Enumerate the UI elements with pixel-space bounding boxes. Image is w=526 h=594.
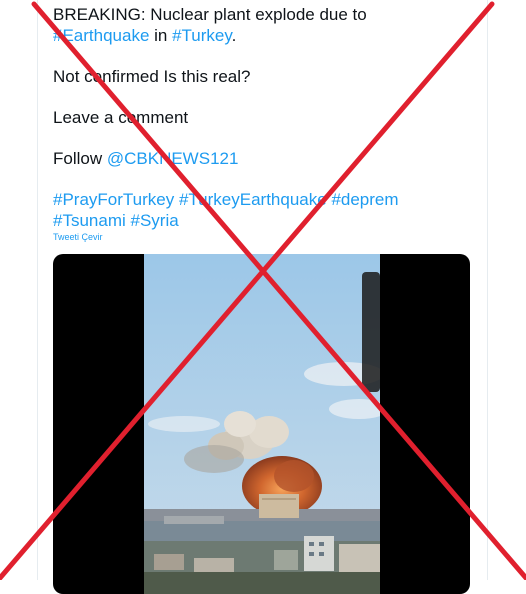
tweet-text-line-4: Leave a comment: [53, 108, 189, 127]
explosion-video-frame: [144, 254, 380, 594]
timeline-border-right: [487, 0, 488, 580]
hashtag-turkeyearthquake-link[interactable]: #TurkeyEarthquake: [179, 190, 327, 209]
tweet-text-period: .: [231, 26, 237, 45]
follow-label: Follow: [53, 149, 107, 168]
tweet-follow-line: Follow @CBKNEWS121: [53, 148, 238, 169]
tweet-text-line-3: Not confirmed Is this real?: [53, 67, 251, 86]
timeline-border-left: [37, 0, 38, 580]
hashtag-turkey-link[interactable]: #Turkey: [172, 26, 232, 45]
hashtags-line-1: #PrayForTurkey #TurkeyEarthquake #deprem: [53, 189, 399, 210]
hashtag-prayforturkey-link[interactable]: #PrayForTurkey: [53, 190, 174, 209]
hashtag-deprem-link[interactable]: #deprem: [331, 190, 398, 209]
hashtag-tsunami-link[interactable]: #Tsunami: [53, 211, 126, 230]
hashtags-line-2: #Tsunami #Syria: [53, 210, 179, 231]
tweet-text-line-2: #Earthquake in #Turkey.: [53, 25, 236, 46]
tweet-video[interactable]: [53, 254, 470, 594]
explosion-scene-image: [144, 254, 380, 594]
tweet-text-line-1: BREAKING: Nuclear plant explode due to: [53, 5, 367, 24]
hashtag-earthquake-link[interactable]: #Earthquake: [53, 26, 149, 45]
hashtag-syria-link[interactable]: #Syria: [131, 211, 179, 230]
tweet-text-in: in: [149, 26, 173, 45]
translate-tweet-link[interactable]: Tweeti Çevir: [53, 232, 103, 242]
mention-link[interactable]: @CBKNEWS121: [107, 149, 239, 168]
